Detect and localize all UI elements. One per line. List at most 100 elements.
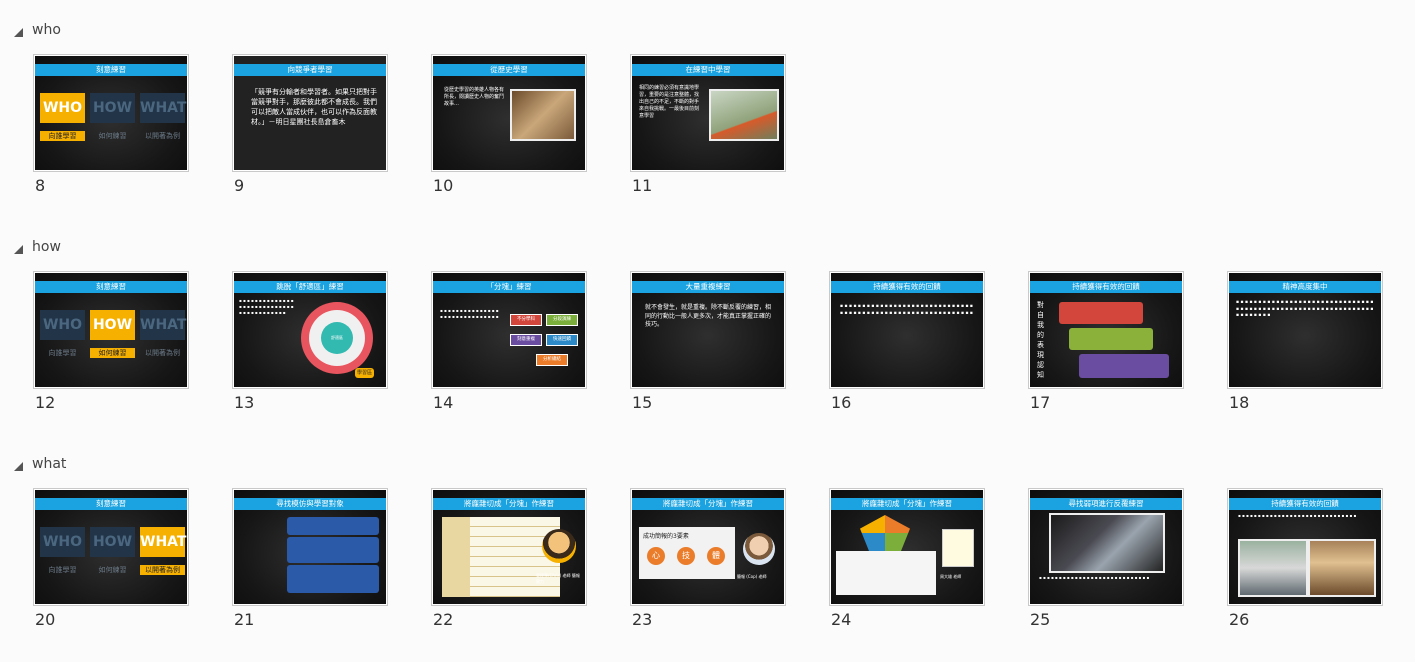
who-box: WHO [40,310,85,340]
slide-number: 8 [35,176,46,195]
slide-thumbnail-26[interactable]: 持續獲得有效的回饋 ▪ ▪ ▪ ▪ ▪ ▪ ▪ ▪ ▪ ▪ ▪ ▪ ▪ ▪ ▪ … [1227,488,1383,629]
slide-header: 大量重複練習 [632,281,784,293]
step-box [1059,302,1143,324]
section-header-what[interactable]: what [14,454,66,474]
slide-header: 尋找模仿與學習對象 [234,498,386,510]
heart-circle: 心 [647,547,665,565]
collapse-triangle-icon[interactable] [14,27,23,37]
slide-body-text: 就不會發生，就是重複。除不斷反覆的練習，相同的行動比一般人更多次，才能真正掌握正… [645,304,772,328]
slide-preview: 刻意練習 WHO HOW WHAT 向誰學習 如何練習 以開著為例 [33,271,189,389]
slide-thumbnail-16[interactable]: 持續獲得有效的回饋 ▪ ▪ ▪ ▪ ▪ ▪ ▪ ▪ ▪ ▪ ▪ ▪ ▪ ▪ ▪ … [829,271,985,412]
collapse-triangle-icon[interactable] [14,244,23,254]
who-box: WHO [40,93,85,123]
section-header-how[interactable]: how [14,237,61,257]
info-box [287,537,379,563]
card-title: 成功簡報的3要素 [643,533,689,540]
presenter-caption: 周大雄 老師 [940,574,962,579]
slide-preview: 大量重複練習 就不會發生，就是重複。除不斷反覆的練習，相同的行動比一般人更多次，… [630,271,786,389]
slide-preview: 從歷史學習 從歷史學習的英雄人物各有所長，閱讀歷史人物的奮鬥故事… [431,54,587,172]
slide-number: 15 [632,393,653,412]
slide-header: 刻意練習 [35,64,187,76]
slide-number: 18 [1229,393,1250,412]
slide-header: 刻意練習 [35,498,187,510]
section-what: what 刻意練習 WHO HOW WHAT 向誰學習 如何練習 以開著為例 2… [0,454,1415,654]
slide-thumbnail-20[interactable]: 刻意練習 WHO HOW WHAT 向誰學習 如何練習 以開著為例 20 [33,488,189,629]
slide-thumbnail-23[interactable]: 將龐雜切成「分塊」作練習 成功簡報的3要素 心 技 體 簡報 (Cop) 老師 … [630,488,786,629]
slide-preview: 跳脫「舒適區」練習 ▪ ▪ ▪ ▪ ▪ ▪ ▪ ▪ ▪ ▪ ▪ ▪ ▪ ▪ ▪ … [232,271,388,389]
office-photo [1308,539,1376,597]
slide-thumbnail-25[interactable]: 尋找弱項進行反覆練習 ▪ ▪ ▪ ▪ ▪ ▪ ▪ ▪ ▪ ▪ ▪ ▪ ▪ ▪ ▪… [1028,488,1184,629]
slide-preview: 「分塊」練習 ▪ ▪ ▪ ▪ ▪ ▪ ▪ ▪ ▪ ▪ ▪ ▪ ▪ ▪ ▪ ▪ ▪… [431,271,587,389]
slide-number: 23 [632,610,653,629]
slide-thumbnail-18[interactable]: 精神高度集中 ▪ ▪ ▪ ▪ ▪ ▪ ▪ ▪ ▪ ▪ ▪ ▪ ▪ ▪ ▪ ▪ ▪… [1227,271,1383,412]
slide-number: 24 [831,610,852,629]
slide-header: 從歷史學習 [433,64,585,76]
slide-header: 將龐雜切成「分塊」作練習 [632,498,784,510]
zone-label: 學習區 [355,368,375,378]
slide-number: 12 [35,393,56,412]
slide-body-text: ▪ ▪ ▪ ▪ ▪ ▪ ▪ ▪ ▪ ▪ ▪ ▪ ▪ ▪ ▪ ▪ ▪ ▪ ▪ ▪ … [1236,300,1374,318]
how-box: HOW [90,93,135,123]
who-how-what-graphic: WHO HOW WHAT 向誰學習 如何練習 以開著為例 [38,93,186,149]
slide-preview: 尋找弱項進行反覆練習 ▪ ▪ ▪ ▪ ▪ ▪ ▪ ▪ ▪ ▪ ▪ ▪ ▪ ▪ ▪… [1028,488,1184,606]
comfort-zone-circle: 舒適區 [321,322,353,354]
slide-thumbnail-12[interactable]: 刻意練習 WHO HOW WHAT 向誰學習 如何練習 以開著為例 12 [33,271,189,412]
presenter-caption: 簡報 (Cop) 老師 [737,574,767,579]
flow-box: 不分學科 [510,314,542,326]
slide-preview: 刻意練習 WHO HOW WHAT 向誰學習 如何練習 以開著為例 [33,54,189,172]
slide-body-text: ▪ ▪ ▪ ▪ ▪ ▪ ▪ ▪ ▪ ▪ ▪ ▪ ▪ ▪ ▪ ▪ ▪ ▪ ▪ ▪ … [840,304,973,316]
how-label: 如何練習 [90,348,135,358]
slide-number: 10 [433,176,454,195]
slide-header: 刻意練習 [35,281,187,293]
slide-thumbnail-15[interactable]: 大量重複練習 就不會發生，就是重複。除不斷反覆的練習，相同的行動比一般人更多次，… [630,271,786,412]
slide-thumbnail-21[interactable]: 尋找模仿與學習對象 21 [232,488,388,629]
how-box: HOW [90,527,135,557]
slide-thumbnail-22[interactable]: 將龐雜切成「分塊」作練習 管理學(Chris) 老師 簡報實力 22 [431,488,587,629]
who-how-what-graphic: WHO HOW WHAT 向誰學習 如何練習 以開著為例 [38,310,186,366]
what-label: 以開著為例 [140,565,185,575]
slide-thumbnail-13[interactable]: 跳脫「舒適區」練習 ▪ ▪ ▪ ▪ ▪ ▪ ▪ ▪ ▪ ▪ ▪ ▪ ▪ ▪ ▪ … [232,271,388,412]
section-header-who[interactable]: who [14,20,61,40]
three-elements-card: 成功簡報的3要素 心 技 體 [639,527,735,579]
collapse-triangle-icon[interactable] [14,461,23,471]
how-box: HOW [90,310,135,340]
skills-table-image [442,517,560,597]
slide-body-text: ▪ ▪ ▪ ▪ ▪ ▪ ▪ ▪ ▪ ▪ ▪ ▪ ▪ ▪ ▪ ▪ ▪ ▪ ▪ ▪ … [440,308,499,319]
slide-preview: 持續獲得有效的回饋 ▪ ▪ ▪ ▪ ▪ ▪ ▪ ▪ ▪ ▪ ▪ ▪ ▪ ▪ ▪ … [829,271,985,389]
slide-header: 持續獲得有效的回饋 [1229,498,1381,510]
section-title: who [32,22,61,38]
avatar [542,529,576,563]
slide-header: 將龐雜切成「分塊」作練習 [433,498,585,510]
who-box: WHO [40,527,85,557]
step-box [1069,328,1153,350]
who-label: 向誰學習 [48,566,77,574]
slide-number: 17 [1030,393,1051,412]
section-who: who 刻意練習 WHO HOW WHAT 向誰學習 如何練習 以開著為例 8 [0,20,1415,220]
book-photo [510,89,576,141]
slide-number: 26 [1229,610,1250,629]
slide-thumbnail-8[interactable]: 刻意練習 WHO HOW WHAT 向誰學習 如何練習 以開著為例 8 [33,54,189,195]
slide-thumbnail-10[interactable]: 從歷史學習 從歷史學習的英雄人物各有所長，閱讀歷史人物的奮鬥故事… 10 [431,54,587,195]
flow-box: 分析總結 [536,354,568,366]
slide-thumbnail-24[interactable]: 將龐雜切成「分塊」作練習 周大雄 老師 24 [829,488,985,629]
presenter-caption: 管理學(Chris) 老師 簡報實力 [536,573,580,584]
who-label: 向誰學習 [40,131,85,141]
slide-header: 精神高度集中 [1229,281,1381,293]
slide-preview: 在練習中學習 相同的練習必須有意識地學習，重要的是注意整體，找出自己的不足，不斷… [630,54,786,172]
slide-number: 11 [632,176,653,195]
slide-preview: 尋找模仿與學習對象 [232,488,388,606]
avatar [743,533,775,565]
slide-thumbnail-17[interactable]: 持續獲得有效的回饋 對自我的表現認知 17 [1028,271,1184,412]
slide-thumbnail-14[interactable]: 「分塊」練習 ▪ ▪ ▪ ▪ ▪ ▪ ▪ ▪ ▪ ▪ ▪ ▪ ▪ ▪ ▪ ▪ ▪… [431,271,587,412]
slide-number: 25 [1030,610,1051,629]
slide-thumbnail-9[interactable]: 向競爭者學習 「競爭有分輸者和學習者。如果只把對手當競爭對手，那麼彼此都不會成長… [232,54,388,195]
presentation-photo [1049,513,1165,573]
slide-body-text: ▪ ▪ ▪ ▪ ▪ ▪ ▪ ▪ ▪ ▪ ▪ ▪ ▪ ▪ ▪ ▪ ▪ ▪ ▪ ▪ … [1238,513,1357,518]
slide-preview: 將龐雜切成「分塊」作練習 管理學(Chris) 老師 簡報實力 [431,488,587,606]
slide-thumbnail-11[interactable]: 在練習中學習 相同的練習必須有意識地學習，重要的是注意整體，找出自己的不足，不斷… [630,54,786,195]
slide-number: 9 [234,176,245,195]
section-how: how 刻意練習 WHO HOW WHAT 向誰學習 如何練習 以開著為例 12 [0,237,1415,437]
slide-header: 跳脫「舒適區」練習 [234,281,386,293]
what-box: WHAT [140,527,186,557]
slide-preview: 持續獲得有效的回饋 對自我的表現認知 [1028,271,1184,389]
